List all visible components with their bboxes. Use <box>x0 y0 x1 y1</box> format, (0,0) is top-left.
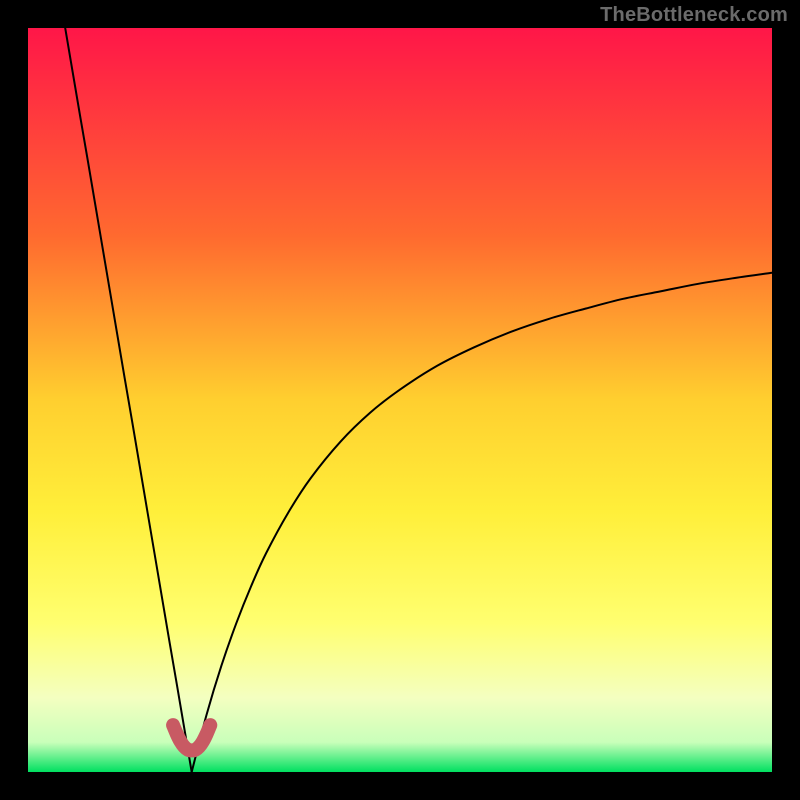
watermark-text: TheBottleneck.com <box>600 4 788 27</box>
outer-frame: TheBottleneck.com <box>0 0 800 800</box>
gradient-background <box>28 28 772 772</box>
chart-svg <box>28 28 772 772</box>
plot-area <box>28 28 772 772</box>
